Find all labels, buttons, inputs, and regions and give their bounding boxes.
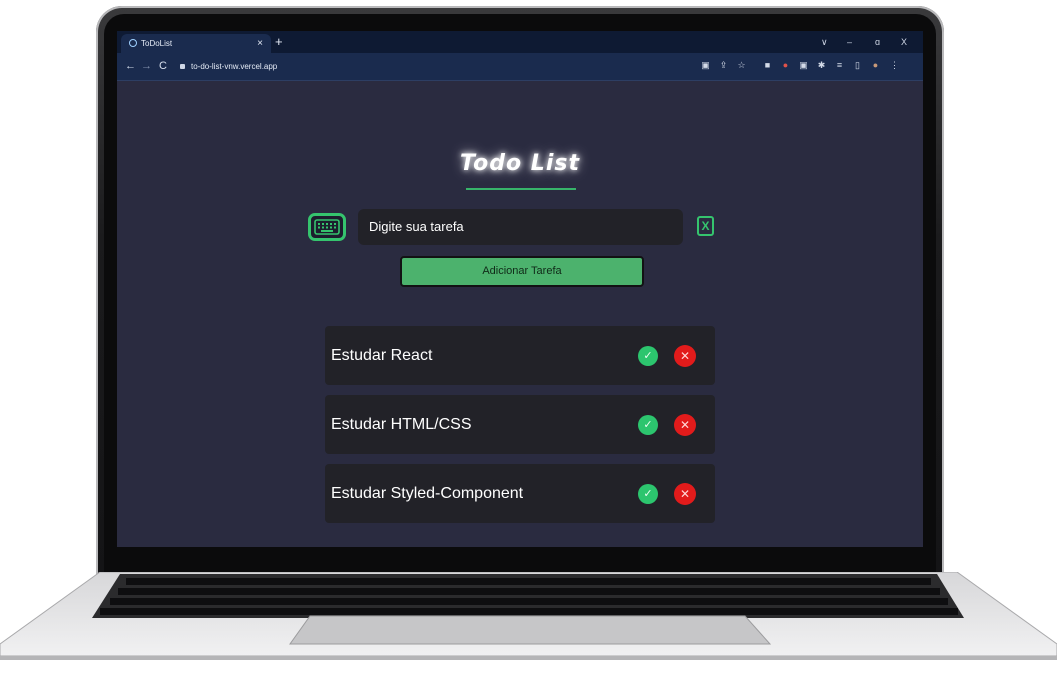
clear-icon[interactable]: X [697,216,714,236]
delete-icon[interactable]: ✕ [674,345,696,367]
extension-icon[interactable]: ■ [763,61,772,70]
laptop-base [0,572,1057,660]
task-item: Estudar HTML/CSS ✓ ✕ [325,395,715,454]
keyboard-icon [314,219,340,235]
keyboard-button[interactable] [308,213,346,241]
new-tab-button[interactable]: + [275,33,283,51]
task-label: Estudar HTML/CSS [331,416,472,433]
tab-bar: ToDoList × + ∨ – ɑ X [117,31,923,53]
browser-tab[interactable]: ToDoList × [121,34,271,53]
check-icon[interactable]: ✓ [638,415,658,435]
task-item: Estudar Styled-Component ✓ ✕ [325,464,715,523]
back-icon[interactable]: ← [125,59,136,73]
tab-close-icon[interactable]: × [257,34,263,53]
translate-icon[interactable]: ▣ [701,61,710,70]
check-icon[interactable]: ✓ [638,484,658,504]
extension-icon[interactable]: ▣ [799,61,808,70]
lock-icon [180,64,185,70]
menu-kebab-icon[interactable]: ⋮ [890,61,899,70]
extension-icon[interactable]: ● [781,61,790,70]
add-task-button[interactable]: Adicionar Tarefa [400,256,644,287]
react-favicon-icon [129,39,137,47]
minimize-icon[interactable]: – [847,34,852,50]
task-label: Estudar React [331,347,433,364]
side-panel-icon[interactable]: ▯ [853,61,862,70]
reading-list-icon[interactable]: ≡ [835,61,844,70]
address-bar-row: ← → C to-do-list-vnw.vercel.app ▣ ⇪ ☆ ■ … [117,53,923,81]
restore-icon[interactable]: ɑ [875,34,880,50]
title-underline [466,188,576,190]
address-bar[interactable]: to-do-list-vnw.vercel.app [174,59,734,75]
url-text: to-do-list-vnw.vercel.app [191,62,278,71]
close-window-icon[interactable]: X [901,34,907,50]
extensions-puzzle-icon[interactable]: ✱ [817,61,826,70]
task-item: Estudar React ✓ ✕ [325,326,715,385]
task-input[interactable]: Digite sua tarefa [358,209,683,245]
task-label: Estudar Styled-Component [331,485,524,502]
page-title: Todo List [460,151,580,176]
reload-icon[interactable]: C [159,59,167,73]
profile-avatar[interactable]: ● [871,61,880,70]
delete-icon[interactable]: ✕ [674,414,696,436]
bookmark-star-icon[interactable]: ☆ [737,61,746,70]
delete-icon[interactable]: ✕ [674,483,696,505]
check-icon[interactable]: ✓ [638,346,658,366]
tab-title: ToDoList [141,39,173,48]
share-icon[interactable]: ⇪ [719,61,728,70]
forward-icon[interactable]: → [141,59,152,73]
tab-search-icon[interactable]: ∨ [821,34,828,50]
browser-window: ToDoList × + ∨ – ɑ X ← → C to-do-list-vn… [117,31,923,547]
